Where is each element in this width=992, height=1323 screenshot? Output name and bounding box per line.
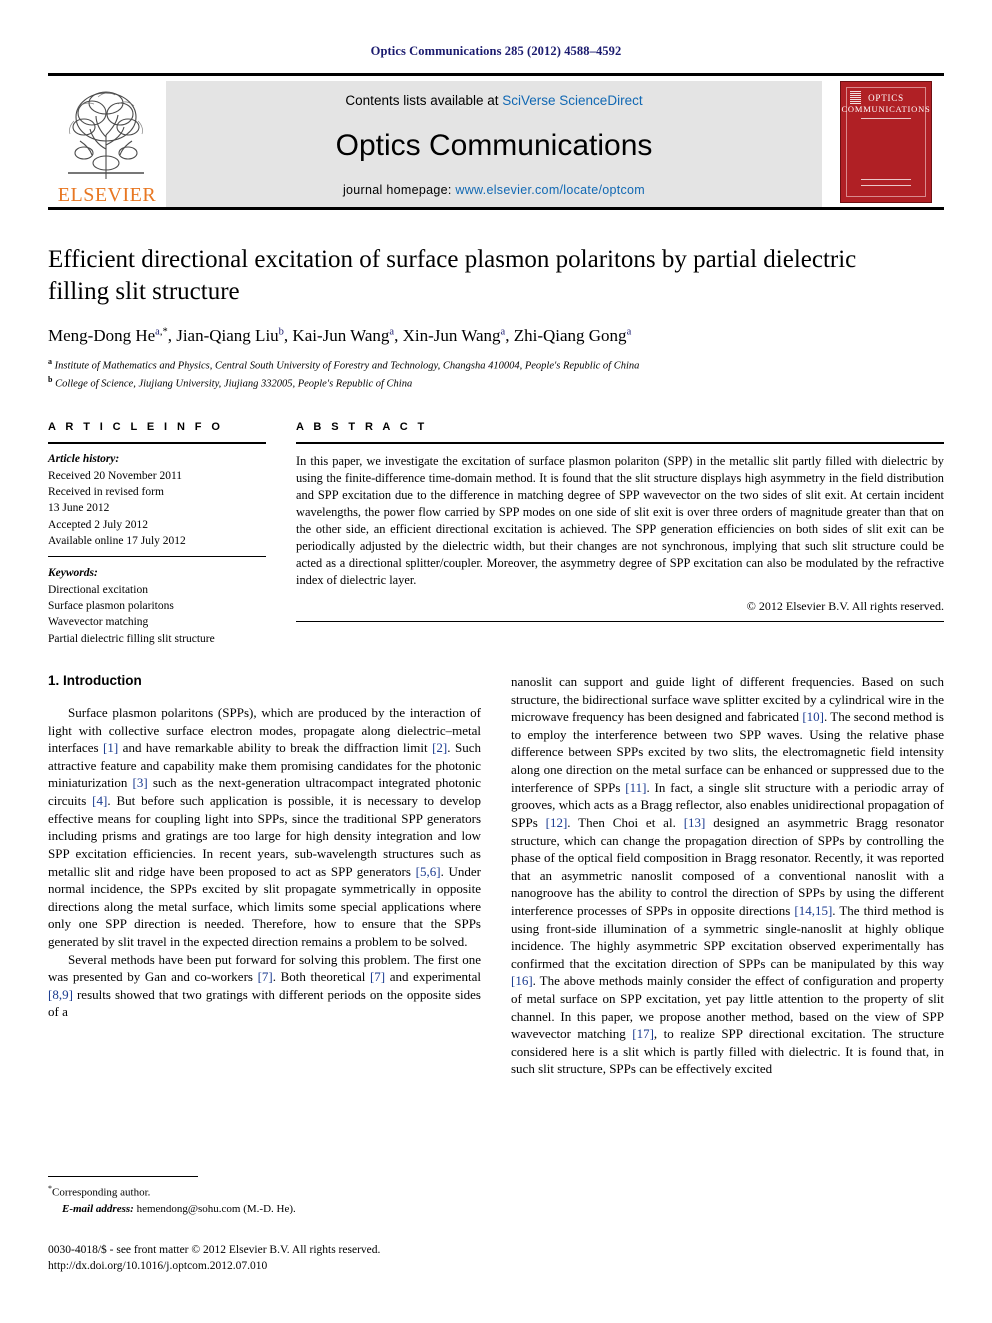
footnote-area: *Corresponding author. E-mail address: h… [48, 1176, 463, 1218]
homepage-prefix: journal homepage: [342, 183, 456, 197]
cover-title-line1: OPTICS [868, 93, 904, 103]
article-history-item: Available online 17 July 2012 [48, 535, 186, 548]
article-history-items: Received 20 November 2011 Received in rev… [48, 468, 266, 550]
journal-article-page: Optics Communications 285 (2012) 4588–45… [0, 0, 992, 1323]
cover-title-line2: COMMUNICATIONS [841, 104, 931, 114]
email-note: E-mail address: hemendong@sohu.com (M.-D… [48, 1202, 463, 1218]
issn-copyright-line: 0030-4018/$ - see front matter © 2012 El… [48, 1244, 381, 1256]
info-abstract-section: A R T I C L E I N F O Article history: R… [48, 421, 944, 647]
author-name: Zhi-Qiang Gong [513, 326, 627, 345]
journal-banner: ELSEVIER Contents lists available at Sci… [48, 73, 944, 207]
running-head: Optics Communications 285 (2012) 4588–45… [370, 44, 622, 58]
article-history-item: Accepted 2 July 2012 [48, 518, 148, 531]
elsevier-tree-icon [68, 91, 144, 179]
journal-homepage-line: journal homepage: www.elsevier.com/locat… [343, 183, 645, 197]
banner-bottom-rule [48, 207, 944, 210]
footnote-rule [48, 1176, 198, 1177]
keyword-item: Directional excitation [48, 583, 148, 596]
citation-reference[interactable]: [12] [546, 815, 568, 830]
citation-reference[interactable]: [14,15] [794, 903, 832, 918]
elsevier-logo: ELSEVIER [48, 81, 166, 207]
page-title: Efficient directional excitation of surf… [48, 246, 857, 305]
body-paragraph: Several methods have been put forward fo… [48, 951, 481, 1020]
abstract-heading: A B S T R A C T [296, 421, 428, 434]
body-column-right: nanoslit can support and guide light of … [511, 673, 944, 1078]
email-label: E-mail address: [62, 1202, 134, 1215]
author-affiliation-marker: a [500, 326, 506, 338]
author-name: Xin-Jun Wang [402, 326, 501, 345]
affiliation-item: b College of Science, Jiujiang Universit… [48, 374, 944, 392]
corresponding-author-note: *Corresponding author. [48, 1183, 463, 1202]
citation-reference[interactable]: [4] [92, 793, 107, 808]
article-info-heading: A R T I C L E I N F O [48, 421, 224, 434]
journal-homepage-link[interactable]: www.elsevier.com/locate/optcom [455, 183, 645, 197]
author-affiliation-marker: b [278, 326, 284, 338]
article-history-item: Received in revised form [48, 486, 164, 499]
keyword-item: Partial dielectric filling slit structur… [48, 632, 215, 645]
author-affiliation-marker: a [626, 326, 632, 338]
article-info-column: A R T I C L E I N F O Article history: R… [48, 421, 296, 647]
affiliation-text: College of Science, Jiujiang University,… [52, 378, 413, 390]
keyword-item: Wavevector matching [48, 616, 149, 629]
citation-reference[interactable]: [7] [370, 969, 385, 984]
citation-reference[interactable]: [16] [511, 973, 533, 988]
right-column-paragraphs: nanoslit can support and guide light of … [511, 673, 944, 1078]
keywords-block: Keywords: Directional excitation Surface … [48, 557, 266, 647]
corresponding-author-marker: ,* [159, 326, 168, 338]
citation-reference[interactable]: [3] [133, 775, 148, 790]
affiliation-list: a Institute of Mathematics and Physics, … [48, 356, 944, 391]
citation-reference[interactable]: [7] [258, 969, 273, 984]
body-columns: 1. Introduction Surface plasmon polarito… [48, 673, 944, 1078]
left-column-paragraphs: Surface plasmon polaritons (SPPs), which… [48, 704, 481, 1021]
citation-reference[interactable]: [10] [802, 709, 824, 724]
article-history-label: Article history: [48, 453, 120, 466]
sciencedirect-link[interactable]: SciVerse ScienceDirect [502, 93, 642, 108]
contents-prefix: Contents lists available at [345, 93, 503, 108]
keyword-item: Surface plasmon polaritons [48, 600, 174, 613]
author-list: Meng-Dong Hea,*, Jian-Qiang Liub, Kai-Ju… [48, 326, 632, 345]
corresponding-author-text: Corresponding author. [52, 1186, 151, 1199]
author-affiliation-marker: a [389, 326, 395, 338]
banner-center: Contents lists available at SciVerse Sci… [166, 81, 822, 207]
author-name: Jian-Qiang Liu [176, 326, 279, 345]
keyword-items: Directional excitation Surface plasmon po… [48, 582, 266, 647]
body-column-left: 1. Introduction Surface plasmon polarito… [48, 673, 481, 1078]
abstract-copyright: © 2012 Elsevier B.V. All rights reserved… [746, 599, 944, 614]
email-address[interactable]: hemendong@sohu.com (M.-D. He). [137, 1203, 296, 1215]
affiliation-text: Institute of Mathematics and Physics, Ce… [52, 360, 640, 372]
citation-reference[interactable]: [17] [632, 1026, 654, 1041]
body-paragraph: Surface plasmon polaritons (SPPs), which… [48, 705, 482, 949]
article-history-item: 13 June 2012 [48, 502, 110, 515]
section-heading-introduction: 1. Introduction [48, 673, 142, 689]
citation-reference[interactable]: [13] [684, 815, 706, 830]
doi-line[interactable]: http://dx.doi.org/10.1016/j.optcom.2012.… [48, 1258, 528, 1274]
author-name: Kai-Jun Wang [292, 326, 390, 345]
citation-reference[interactable]: [8,9] [48, 987, 73, 1002]
title-block: Efficient directional excitation of surf… [48, 244, 944, 391]
contents-available-line: Contents lists available at SciVerse Sci… [345, 93, 642, 108]
journal-cover-thumbnail: OPTICS COMMUNICATIONS [822, 81, 944, 207]
citation-reference[interactable]: [5,6] [416, 864, 441, 879]
citation-reference[interactable]: [1] [103, 740, 118, 755]
page-footer: 0030-4018/$ - see front matter © 2012 El… [48, 1242, 528, 1274]
body-paragraph: nanoslit can support and guide light of … [511, 674, 944, 1077]
elsevier-wordmark: ELSEVIER [57, 184, 157, 206]
abstract-text: In this paper, we investigate the excita… [296, 454, 944, 588]
article-history-item: Received 20 November 2011 [48, 469, 183, 482]
citation-reference[interactable]: [2] [432, 740, 447, 755]
author-name: Meng-Dong He [48, 326, 156, 345]
abstract-column: A B S T R A C T In this paper, we invest… [296, 421, 944, 647]
affiliation-item: a Institute of Mathematics and Physics, … [48, 356, 944, 374]
journal-title: Optics Communications [335, 128, 653, 162]
keywords-label: Keywords: [48, 567, 98, 580]
article-history: Article history: Received 20 November 20… [48, 444, 266, 556]
citation-reference[interactable]: [11] [625, 780, 646, 795]
